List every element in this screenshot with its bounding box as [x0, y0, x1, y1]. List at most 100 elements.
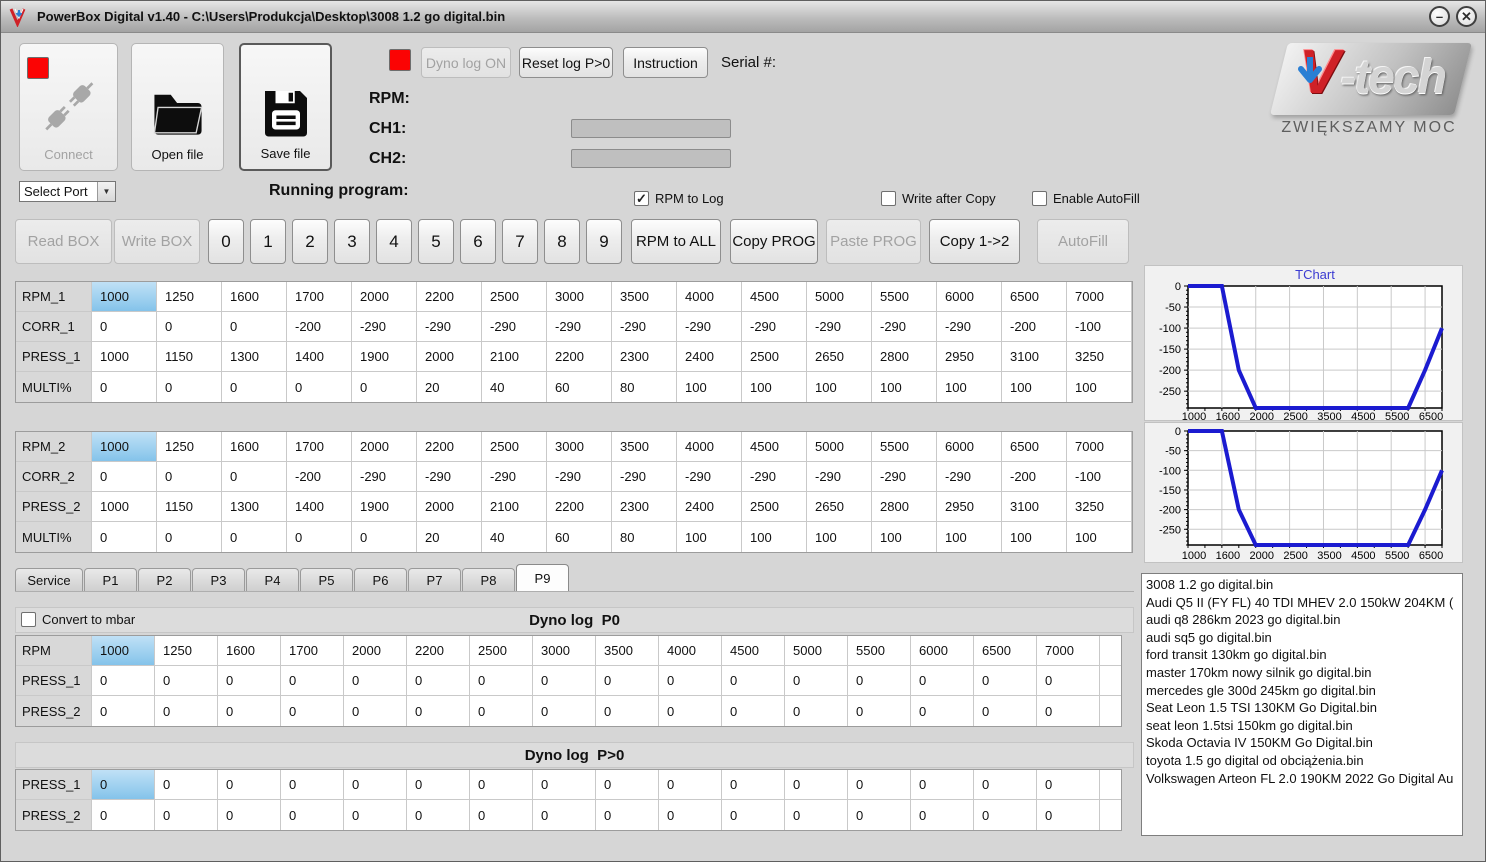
grid-cell[interactable]: 0 — [848, 696, 911, 726]
grid-cell[interactable]: 100 — [807, 522, 872, 552]
grid-cell[interactable]: 2300 — [612, 492, 677, 522]
tab-p3[interactable]: P3 — [192, 568, 245, 591]
grid-cell[interactable]: 60 — [547, 522, 612, 552]
grid-cell[interactable]: 0 — [659, 666, 722, 696]
grid-cell[interactable]: 0 — [281, 770, 344, 800]
grid-cell[interactable]: 2800 — [872, 342, 937, 372]
grid-cell[interactable]: 0 — [155, 696, 218, 726]
grid-cell[interactable]: 0 — [157, 522, 222, 552]
grid-cell[interactable]: 0 — [1037, 770, 1100, 800]
grid-cell[interactable]: 80 — [612, 372, 677, 402]
grid-cell[interactable]: 0 — [470, 800, 533, 830]
grid-cell[interactable]: 0 — [218, 800, 281, 830]
close-button[interactable]: ✕ — [1456, 6, 1477, 27]
grid-cell[interactable]: 0 — [470, 696, 533, 726]
grid-cell[interactable]: 2000 — [344, 636, 407, 666]
grid-cell[interactable]: 0 — [596, 770, 659, 800]
grid-cell[interactable]: 0 — [222, 522, 287, 552]
grid-cell[interactable]: 0 — [352, 372, 417, 402]
grid-cell[interactable]: 0 — [470, 666, 533, 696]
grid-cell[interactable]: 1250 — [157, 432, 222, 462]
list-item[interactable]: Skoda Octavia IV 150KM Go Digital.bin — [1146, 734, 1462, 752]
copy-prog-button[interactable]: Copy PROG — [730, 219, 818, 264]
grid-cell[interactable]: 0 — [911, 666, 974, 696]
grid-cell[interactable]: 1600 — [222, 432, 287, 462]
grid-cell[interactable]: 6000 — [911, 636, 974, 666]
grid-cell[interactable]: 100 — [937, 522, 1002, 552]
grid-cell[interactable]: -100 — [1067, 312, 1132, 342]
digit-button-2[interactable]: 2 — [292, 219, 328, 264]
digit-button-1[interactable]: 1 — [250, 219, 286, 264]
grid-cell[interactable]: 100 — [1002, 372, 1067, 402]
grid-cell[interactable]: 1000 — [92, 282, 157, 312]
list-item[interactable]: audi q8 286km 2023 go digital.bin — [1146, 611, 1462, 629]
grid-cell[interactable]: 2200 — [407, 636, 470, 666]
grid-cell[interactable]: 4000 — [677, 282, 742, 312]
grid-cell[interactable]: 0 — [785, 666, 848, 696]
autofill-button[interactable]: AutoFill — [1037, 219, 1129, 264]
tab-p1[interactable]: P1 — [84, 568, 137, 591]
grid-cell[interactable]: -290 — [482, 462, 547, 492]
grid-cell[interactable]: 7000 — [1037, 636, 1100, 666]
chevron-down-icon[interactable]: ▼ — [97, 182, 115, 201]
grid-cell[interactable]: 2000 — [352, 282, 417, 312]
grid-cell[interactable]: -290 — [742, 462, 807, 492]
grid-cell[interactable]: 0 — [92, 372, 157, 402]
enable-autofill-checkbox-box[interactable] — [1032, 191, 1047, 206]
grid-cell[interactable]: 6000 — [937, 432, 1002, 462]
grid-cell[interactable]: -290 — [547, 462, 612, 492]
tab-p7[interactable]: P7 — [408, 568, 461, 591]
grid-cell[interactable]: 80 — [612, 522, 677, 552]
grid-cell[interactable]: 0 — [596, 666, 659, 696]
write-after-copy-checkbox-box[interactable] — [881, 191, 896, 206]
grid-cell[interactable]: 2000 — [352, 432, 417, 462]
grid-cell[interactable]: 1000 — [92, 492, 157, 522]
grid-cell[interactable]: 0 — [218, 770, 281, 800]
grid-cell[interactable]: 0 — [218, 666, 281, 696]
grid-cell[interactable]: 7000 — [1067, 432, 1132, 462]
grid-cell[interactable]: -290 — [417, 462, 482, 492]
grid-cell[interactable]: 2500 — [482, 282, 547, 312]
write-after-copy-checkbox[interactable]: Write after Copy — [881, 191, 996, 206]
tab-p8[interactable]: P8 — [462, 568, 515, 591]
grid-cell[interactable]: 1300 — [222, 342, 287, 372]
list-item[interactable]: toyota 1.5 go digital od obciążenia.bin — [1146, 752, 1462, 770]
grid-cell[interactable]: 20 — [417, 522, 482, 552]
grid-cell[interactable]: 0 — [344, 800, 407, 830]
grid-cell[interactable]: 3100 — [1002, 342, 1067, 372]
open-file-button[interactable]: Open file — [131, 43, 224, 171]
reset-log-button[interactable]: Reset log P>0 — [519, 47, 613, 78]
dyno-log-on-button[interactable]: Dyno log ON — [421, 47, 511, 78]
grid-cell[interactable]: 0 — [911, 800, 974, 830]
grid-cell[interactable]: 0 — [911, 696, 974, 726]
grid-cell[interactable]: 4000 — [677, 432, 742, 462]
grid-cell[interactable]: 0 — [155, 666, 218, 696]
grid-cell[interactable]: 100 — [677, 522, 742, 552]
grid-cell[interactable]: 20 — [417, 372, 482, 402]
grid-cell[interactable]: -290 — [937, 462, 1002, 492]
list-item[interactable]: Seat Leon 1.5 TSI 130KM Go Digital.bin — [1146, 699, 1462, 717]
grid-cell[interactable]: 2000 — [417, 342, 482, 372]
convert-to-mbar-checkbox-box[interactable] — [21, 612, 36, 627]
grid-cell[interactable]: 0 — [659, 770, 722, 800]
grid-cell[interactable]: 3000 — [547, 282, 612, 312]
file-listbox[interactable]: 3008 1.2 go digital.bin Audi Q5 II (FY FL… — [1141, 573, 1463, 836]
grid-cell[interactable]: 0 — [974, 770, 1037, 800]
grid-cell[interactable]: 4500 — [742, 432, 807, 462]
grid-cell[interactable]: 0 — [281, 800, 344, 830]
grid-cell[interactable]: 0 — [1037, 800, 1100, 830]
grid-cell[interactable]: 2100 — [482, 342, 547, 372]
grid-cell[interactable]: 5500 — [872, 282, 937, 312]
enable-autofill-checkbox[interactable]: Enable AutoFill — [1032, 191, 1140, 206]
grid-cell[interactable]: -290 — [742, 312, 807, 342]
grid-cell[interactable]: 2500 — [470, 636, 533, 666]
grid-cell[interactable]: 1300 — [222, 492, 287, 522]
grid-cell[interactable]: 5500 — [848, 636, 911, 666]
grid-cell[interactable]: 1250 — [157, 282, 222, 312]
grid-cell[interactable]: -200 — [1002, 462, 1067, 492]
grid-cell[interactable]: 1250 — [155, 636, 218, 666]
grid-cell[interactable]: 0 — [92, 522, 157, 552]
grid-cell[interactable]: 0 — [785, 770, 848, 800]
grid-cell[interactable]: 0 — [596, 800, 659, 830]
grid-cell[interactable]: 0 — [92, 696, 155, 726]
